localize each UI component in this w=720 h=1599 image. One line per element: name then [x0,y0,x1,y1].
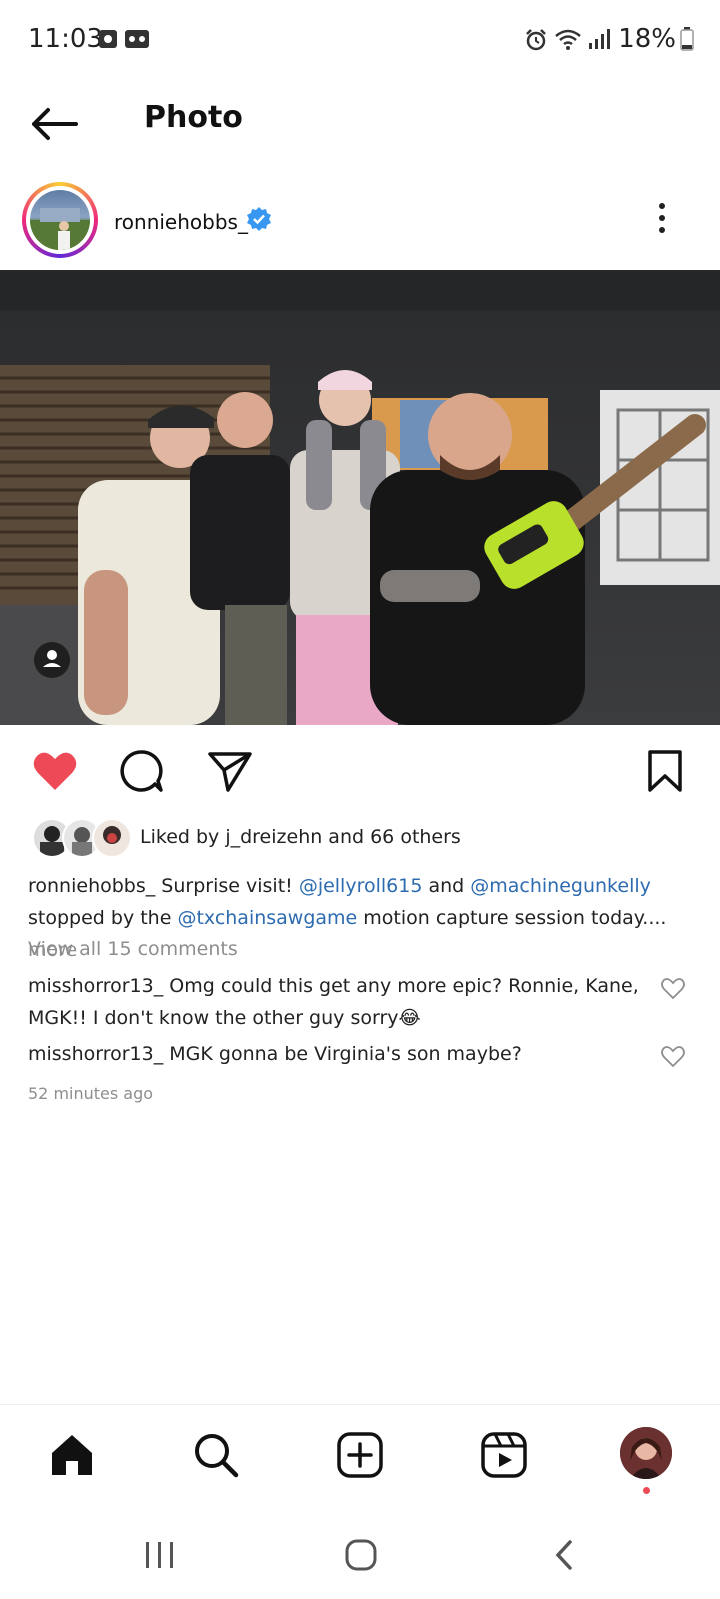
post-actions [0,740,720,800]
verified-badge-icon [247,207,271,231]
system-nav-bar [0,1510,720,1599]
comment-username[interactable]: misshorror13_ [28,975,163,997]
save-bookmark-icon[interactable] [640,746,690,796]
voicemail-icon [125,30,149,48]
comment: misshorror13_ MGK gonna be Virginia's so… [28,1038,648,1070]
author-username[interactable]: ronniehobbs_ [114,210,248,234]
comment-like-heart-icon[interactable] [660,1044,686,1070]
caption-username[interactable]: ronniehobbs_ [28,875,155,897]
recent-apps-icon[interactable] [144,1540,176,1570]
top-bar: Photo [0,80,720,170]
home-icon[interactable] [46,1429,98,1481]
notification-dot [643,1487,650,1494]
share-icon[interactable] [204,746,254,796]
post-timestamp: 52 minutes ago [28,1084,154,1103]
signal-icon [589,29,610,49]
comment-username[interactable]: misshorror13_ [28,1043,163,1065]
caption-text: Surprise visit! [155,875,299,897]
photo-icon [99,30,117,48]
wifi-icon [555,29,581,50]
caption-text: stopped by the [28,907,178,929]
back-arrow-icon[interactable] [26,94,86,154]
battery-icon [680,27,694,51]
create-icon[interactable] [334,1429,386,1481]
reels-icon[interactable] [478,1429,530,1481]
caption-text: and [422,875,471,897]
comment-like-heart-icon[interactable] [660,976,686,1002]
home-button-icon[interactable] [344,1538,378,1572]
mention-link[interactable]: @jellyroll615 [299,875,423,897]
comment-text: MGK gonna be Virginia's son maybe? [163,1043,522,1065]
comment-icon[interactable] [116,746,166,796]
bottom-nav [0,1404,720,1501]
comment: misshorror13_ Omg could this get any mor… [28,970,648,1034]
status-bar: 11:03 18% [0,0,720,80]
like-heart-icon[interactable] [30,746,80,796]
author-avatar[interactable] [22,182,98,258]
mention-link[interactable]: @txchainsawgame [177,907,357,929]
caption-text: motion capture session today.... [357,907,667,929]
back-nav-icon[interactable] [552,1538,576,1572]
view-all-comments-link[interactable]: View all 15 comments [28,938,238,960]
likes-row[interactable]: Liked by j_dreizehn and 66 others [0,818,720,862]
likes-count-text: Liked by j_dreizehn and 66 others [140,826,461,848]
profile-avatar[interactable] [620,1427,672,1479]
liker-avatar [92,818,132,858]
page-title: Photo [144,100,243,135]
mention-link[interactable]: @machinegunkelly [470,875,651,897]
alarm-icon [526,29,546,51]
post-photo[interactable] [0,270,720,725]
post-header: ronniehobbs_ [0,178,720,264]
search-icon[interactable] [190,1429,242,1481]
more-options-icon[interactable] [652,198,672,238]
battery-percent: 18% [618,24,676,54]
status-time: 11:03 [28,24,103,54]
